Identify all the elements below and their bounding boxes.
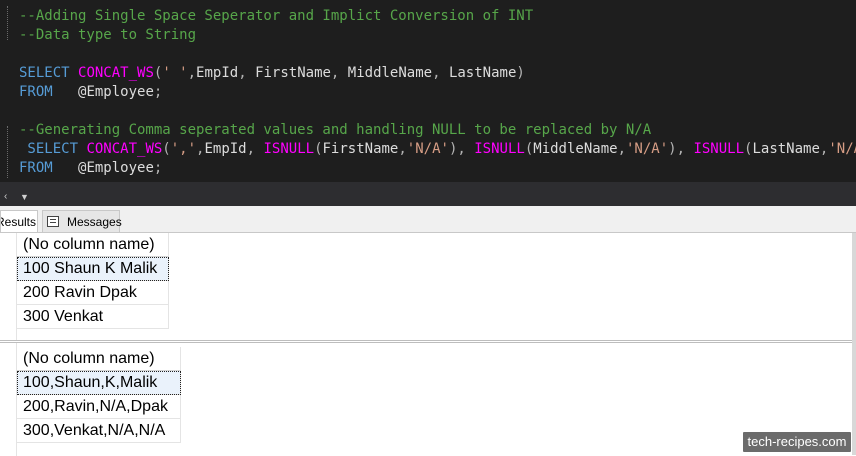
code-token: --Data type to String — [19, 27, 197, 43]
code-token: , — [617, 141, 626, 157]
code-token: ( — [524, 141, 534, 157]
code-token: @Employee — [78, 84, 154, 100]
pane-splitter[interactable]: ‹ ▼ — [0, 190, 856, 206]
watermark: tech-recipes.com — [743, 432, 851, 452]
results-tabbar: Results Messages — [0, 206, 856, 233]
row-header-gutter[interactable] — [0, 233, 17, 340]
row-header-gutter[interactable] — [0, 343, 17, 456]
code-token: --Generating Comma seperated values and … — [19, 122, 652, 138]
code-token: , — [187, 65, 197, 81]
table-row[interactable]: 100,Shaun,K,Malik — [17, 371, 181, 395]
code-token: 'N/A' — [626, 141, 669, 157]
dropdown-arrow-icon[interactable]: ▼ — [20, 192, 29, 202]
code-token: 'N/A' — [406, 141, 449, 157]
column-header[interactable]: (No column name) — [17, 233, 169, 257]
code-token: ( — [314, 141, 323, 157]
code-token: , — [330, 65, 348, 81]
code-token: LastName — [448, 65, 517, 81]
code-token: MiddleName — [533, 141, 618, 157]
code-token: SELECT — [19, 141, 87, 157]
code-token: ( — [162, 141, 171, 157]
code-line: --Data type to String — [19, 25, 196, 45]
sql-editor[interactable]: --Adding Single Space Seperator and Impl… — [0, 0, 856, 182]
code-token: MiddleName — [347, 65, 433, 81]
code-token: ) — [516, 65, 525, 81]
code-token: CONCAT_WS — [78, 65, 154, 81]
code-token: ' ' — [162, 65, 188, 81]
code-token: , — [238, 65, 256, 81]
tab-results-label: Results — [0, 215, 37, 229]
table-row[interactable]: 200,Ravin,N/A,Dpak — [17, 395, 181, 419]
code-token: 'N/A' — [828, 141, 856, 157]
grid-column: (No column name) 100 Shaun K Malik 200 R… — [17, 233, 169, 329]
table-row[interactable]: 200 Ravin Dpak — [17, 281, 169, 305]
results-grid-1[interactable]: (No column name) 100 Shaun K Malik 200 R… — [0, 233, 856, 341]
code-token: ), — [448, 141, 475, 157]
code-token: , — [398, 141, 407, 157]
column-header[interactable]: (No column name) — [17, 347, 181, 371]
table-row[interactable]: 300 Venkat — [17, 305, 169, 329]
code-line: SELECT CONCAT_WS(' ',EmpId, FirstName, M… — [19, 63, 525, 83]
fold-guide — [7, 126, 8, 178]
code-token: , — [246, 141, 264, 157]
scroll-left-icon[interactable]: ‹ — [4, 191, 7, 202]
code-token: ISNULL — [474, 141, 525, 157]
code-token: , — [432, 65, 449, 81]
code-line: --Generating Comma seperated values and … — [19, 120, 651, 140]
code-token: ISNULL — [263, 141, 315, 157]
code-token: FirstName — [322, 141, 399, 157]
code-token: ; — [153, 84, 163, 100]
tab-results[interactable]: Results — [0, 210, 38, 232]
code-token: EmpId — [196, 65, 239, 81]
code-token: ), — [668, 141, 694, 157]
fold-guide — [7, 6, 8, 40]
code-token: LastName — [752, 141, 820, 157]
code-line: FROM @Employee; — [19, 158, 162, 178]
code-token: CONCAT_WS — [86, 141, 163, 157]
code-line: SELECT CONCAT_WS(',',EmpId, ISNULL(First… — [19, 139, 856, 159]
editor-horizontal-scrollbar[interactable] — [0, 182, 856, 190]
grid-column: (No column name) 100,Shaun,K,Malik 200,R… — [17, 347, 181, 443]
code-token: --Adding Single Space Seperator and Impl… — [19, 8, 534, 24]
code-token: @Employee — [78, 160, 154, 176]
tab-messages[interactable]: Messages — [42, 210, 122, 232]
code-token: SELECT — [19, 65, 79, 81]
messages-icon — [47, 216, 59, 227]
code-line: --Adding Single Space Seperator and Impl… — [19, 6, 533, 26]
code-token: ',' — [170, 141, 197, 157]
code-token: ISNULL — [693, 141, 745, 157]
code-line: FROM @Employee; — [19, 82, 162, 102]
code-token: EmpId — [204, 141, 247, 157]
results-grid-2[interactable]: (No column name) 100,Shaun,K,Malik 200,R… — [0, 342, 856, 456]
code-token: FROM — [19, 160, 79, 176]
tab-messages-label: Messages — [67, 215, 122, 229]
code-token: FirstName — [255, 65, 331, 81]
results-vertical-scrollbar[interactable] — [852, 233, 856, 455]
table-row[interactable]: 100 Shaun K Malik — [17, 257, 169, 281]
code-token: ; — [153, 160, 163, 176]
table-row[interactable]: 300,Venkat,N/A,N/A — [17, 419, 181, 443]
code-token: FROM — [19, 84, 79, 100]
